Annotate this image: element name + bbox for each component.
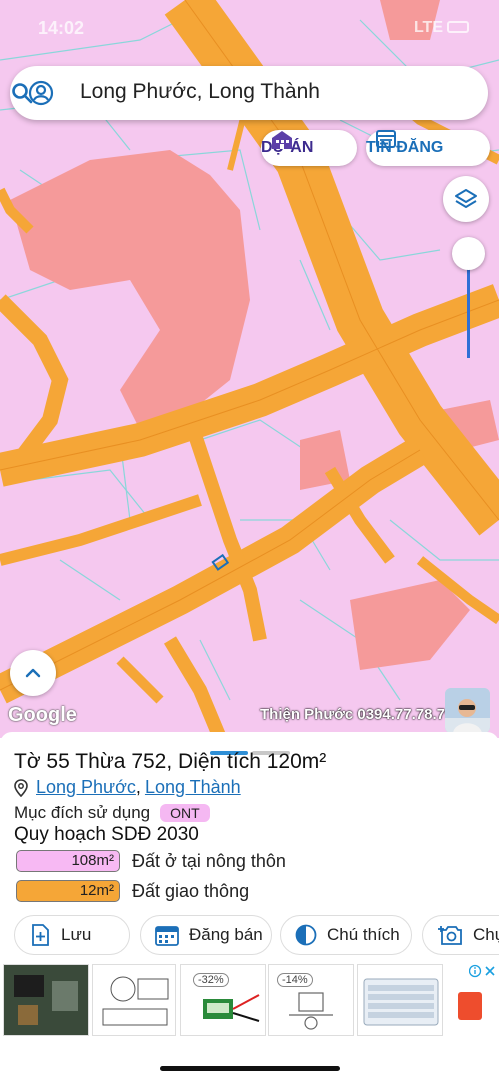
location-separator: , [135,777,141,797]
google-logo: Google [8,704,77,726]
legend-swatch: 12m² [16,880,120,902]
action-bar: Lưu Đăng bán Chú thích Chụ [14,915,499,955]
parcel-info-panel: Tờ 55 Thừa 752, Diện tích 120m² Long Phư… [0,732,499,1080]
capture-label: Chụ [473,925,499,944]
layers-icon [455,189,477,208]
legend-button[interactable]: Chú thích [280,915,412,955]
ward-link[interactable]: Long Phước [36,777,136,798]
discount-badge: -32% [193,973,229,987]
sell-button[interactable]: Đăng bán [140,915,272,955]
legend-label-btn: Chú thích [327,925,400,944]
legend-row-residential: 108m² Đất ở tại nông thôn [16,850,286,872]
legend-swatch: 108m² [16,850,120,872]
save-button[interactable]: Lưu [14,915,130,955]
ad-banner[interactable]: -32% -14% [0,962,499,1036]
status-carrier: LTE [413,19,443,36]
legend-label: Đất ở tại nông thôn [132,850,286,871]
layers-button[interactable] [443,176,489,222]
tin-dang-button[interactable]: TIN ĐĂNG [366,130,490,166]
discount-badge: -14% [277,973,313,987]
search-bar[interactable]: Long Phước, Long Thành [10,66,488,120]
legend-label: Đất giao thông [132,880,250,901]
capture-button[interactable]: Chụ [422,915,499,955]
listing-icon [376,130,396,148]
search-query[interactable]: Long Phước, Long Thành [80,80,320,104]
calendar-icon [155,926,179,946]
keyboard-image [363,978,439,1026]
ad-product-thumb[interactable]: -14% [268,964,354,1036]
circuit-board-image [4,965,88,1035]
diagram-image [102,976,169,1026]
contrast-icon [295,924,317,946]
watermark-text: Thiện Phước 0394.77.78.79 [260,706,454,723]
expand-panel-button[interactable] [10,650,56,696]
parcel-title: Tờ 55 Thừa 752, Diện tích 120m² [14,750,327,773]
battery-icon [447,21,469,33]
district-link[interactable]: Long Thành [145,777,241,798]
parcel-location: Long Phước , Long Thành [14,777,241,798]
land-use-purpose: Mục đích sử dụng ONT [14,803,210,823]
du-an-button[interactable]: DỰ ÁN [261,130,357,166]
home-indicator[interactable] [160,1066,340,1071]
plan-title: Quy hoạch SDĐ 2030 [14,824,199,845]
sell-label: Đăng bán [189,925,263,944]
ad-product-thumb[interactable] [92,964,176,1036]
add-file-icon [32,924,49,946]
avatar-photo [445,688,490,733]
opacity-slider-thumb[interactable] [452,237,485,270]
ad-info-icon[interactable] [469,964,497,978]
map-view[interactable]: 14:02 LTE Long Phước, Long Thành DỰ ÁN [0,0,499,738]
avatar [445,688,490,733]
status-time: 14:02 [38,18,85,38]
shopee-icon [458,992,482,1020]
building-icon [272,131,292,149]
status-bar: 14:02 LTE [0,16,499,42]
location-pin-icon [14,778,28,797]
ad-product-thumb[interactable] [357,964,443,1036]
purpose-code-badge: ONT [160,804,210,822]
legend-row-transport: 12m² Đất giao thông [16,880,249,902]
ad-product-thumb[interactable] [3,964,89,1036]
chevron-up-icon [25,668,41,678]
search-icon[interactable] [10,81,34,105]
purpose-label: Mục đích sử dụng [14,803,151,822]
save-label: Lưu [61,925,92,944]
add-photo-icon [438,926,462,945]
ad-product-thumb[interactable]: -32% [180,964,266,1036]
